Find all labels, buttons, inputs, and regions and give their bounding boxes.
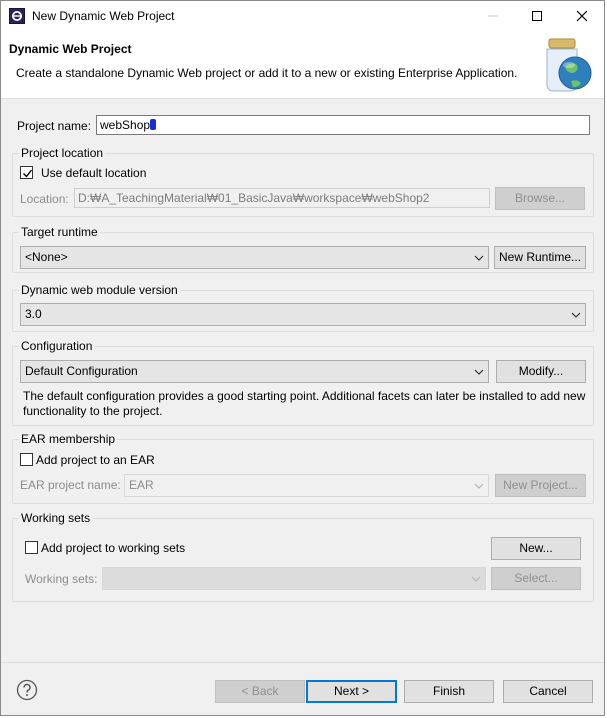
wizard-title: Dynamic Web Project — [9, 42, 132, 56]
configuration-value: Default Configuration — [25, 364, 138, 378]
ear-project-name-label: EAR project name: — [20, 478, 121, 492]
select-working-sets-button[interactable]: Select... — [491, 567, 581, 590]
browse-button[interactable]: Browse... — [495, 187, 585, 210]
project-location-group-title: Project location — [19, 146, 106, 160]
next-button[interactable]: Next > — [306, 680, 397, 703]
cancel-button[interactable]: Cancel — [503, 680, 593, 703]
configuration-group-title: Configuration — [19, 339, 95, 353]
close-icon — [576, 10, 588, 22]
dialog-window: New Dynamic Web Project Dynamic Web Proj… — [0, 0, 605, 716]
text-caret — [150, 119, 157, 130]
chevron-down-icon — [474, 483, 484, 489]
close-button[interactable] — [560, 1, 604, 31]
chevron-down-icon — [474, 369, 484, 375]
maximize-button[interactable] — [515, 1, 559, 31]
ear-membership-group-title: EAR membership — [19, 432, 118, 446]
back-button[interactable]: < Back — [215, 680, 305, 703]
module-version-select[interactable]: 3.0 — [20, 303, 586, 326]
web-project-jar-globe-icon — [546, 38, 592, 92]
new-runtime-button[interactable]: New Runtime... — [494, 246, 586, 269]
project-name-label: Project name: — [17, 119, 92, 133]
window-title: New Dynamic Web Project — [32, 9, 175, 23]
chevron-down-icon — [571, 312, 581, 318]
chevron-down-icon — [471, 576, 481, 582]
configuration-description: The default configuration provides a goo… — [23, 389, 586, 418]
help-icon[interactable] — [16, 679, 38, 701]
maximize-icon — [532, 11, 542, 21]
add-to-ear-label: Add project to an EAR — [36, 453, 155, 467]
use-default-location-checkbox[interactable] — [20, 166, 33, 179]
working-sets-group-title: Working sets — [19, 511, 93, 525]
working-sets-select[interactable] — [102, 567, 486, 590]
target-runtime-group-title: Target runtime — [19, 225, 100, 239]
configuration-select[interactable]: Default Configuration — [20, 360, 489, 383]
wizard-footer: < Back Next > Finish Cancel — [1, 662, 604, 715]
use-default-location-label: Use default location — [41, 166, 147, 180]
eclipse-app-icon — [9, 8, 25, 24]
wizard-description: Create a standalone Dynamic Web project … — [16, 66, 518, 80]
wizard-content: Project name: webShop Project location U… — [1, 100, 604, 662]
add-to-working-sets-label: Add project to working sets — [41, 541, 186, 555]
working-sets-label: Working sets: — [25, 572, 98, 586]
new-ear-project-button[interactable]: New Project... — [495, 474, 586, 497]
add-to-working-sets-checkbox[interactable] — [25, 541, 38, 554]
ear-project-name-select[interactable]: EAR — [124, 474, 489, 497]
modify-button[interactable]: Modify... — [496, 360, 586, 383]
ear-project-name-value: EAR — [129, 478, 154, 492]
target-runtime-select[interactable]: <None> — [20, 246, 489, 269]
title-bar: New Dynamic Web Project — [1, 1, 604, 31]
finish-button[interactable]: Finish — [404, 680, 494, 703]
target-runtime-value: <None> — [25, 250, 68, 264]
chevron-down-icon — [474, 255, 484, 261]
module-version-group-title: Dynamic web module version — [19, 283, 180, 297]
project-name-input[interactable]: webShop — [96, 115, 590, 135]
module-version-value: 3.0 — [25, 307, 42, 321]
location-label: Location: — [20, 192, 69, 206]
new-working-set-button[interactable]: New... — [491, 537, 581, 560]
minimize-button[interactable] — [471, 1, 515, 31]
wizard-header: Dynamic Web Project Create a standalone … — [1, 31, 604, 99]
project-name-value: webShop — [100, 118, 151, 132]
minimize-icon — [488, 15, 498, 17]
checkmark-icon — [23, 169, 33, 178]
add-to-ear-checkbox[interactable] — [20, 453, 33, 466]
location-input[interactable]: D:₩A_TeachingMaterial₩01_BasicJava₩works… — [74, 188, 490, 208]
